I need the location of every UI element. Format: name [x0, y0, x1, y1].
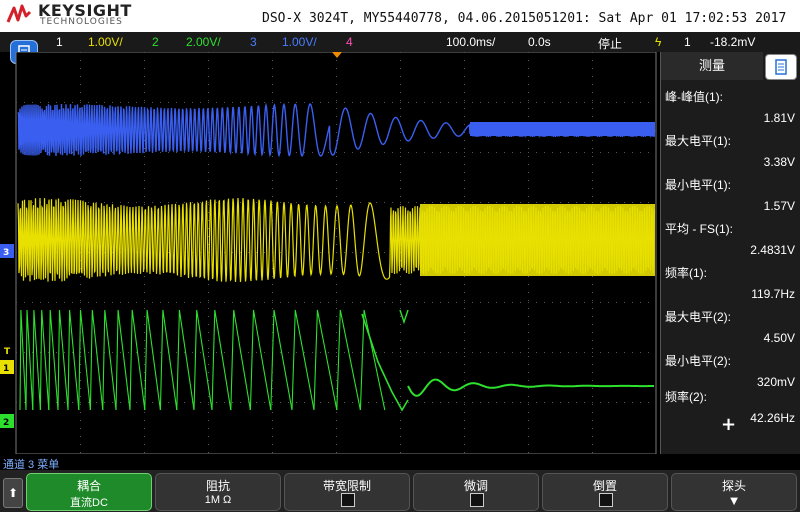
arrow-down-icon: ▼	[727, 493, 741, 508]
ch1-ground-marker[interactable]: 1	[0, 360, 14, 374]
probe-softkey[interactable]: 探头 ▼	[671, 473, 797, 511]
invert-softkey[interactable]: 倒置	[542, 473, 668, 511]
fine-softkey[interactable]: 微调	[413, 473, 539, 511]
ch1-number[interactable]: 1	[56, 35, 63, 49]
fine-checkbox[interactable]	[470, 493, 484, 507]
trigger-edge-icon: ϟ	[655, 35, 662, 49]
trigger-level[interactable]: -18.2mV	[710, 35, 755, 49]
ch2-number[interactable]: 2	[152, 35, 159, 49]
instrument-title: DSO-X 3024T, MY55440778, 04.06.201505120…	[262, 11, 787, 26]
trigger-source[interactable]: 1	[684, 35, 691, 49]
impedance-softkey[interactable]: 阻抗 1M Ω	[155, 473, 281, 511]
timebase-scale[interactable]: 100.0ms/	[446, 35, 495, 49]
brand-subtitle: TECHNOLOGIES	[40, 17, 123, 27]
svg-text:1: 1	[3, 364, 9, 374]
measurement-item[interactable]: 最大电平(2): 4.50V	[665, 308, 795, 345]
title-bar: KEYSIGHT TECHNOLOGIES DSO-X 3024T, MY554…	[0, 0, 800, 32]
measurement-item[interactable]: 最小电平(2): 320mV	[665, 352, 795, 389]
measurement-item[interactable]: 频率(1): 119.7Hz	[665, 264, 795, 301]
panel-menu-button[interactable]	[765, 54, 797, 80]
measurement-item[interactable]: 最大电平(1): 3.38V	[665, 132, 795, 169]
menu-icon	[775, 59, 787, 75]
menu-up-button[interactable]: ⬆	[3, 478, 23, 508]
panel-title[interactable]: 测量	[661, 52, 763, 80]
channel-status-bar: 1 1.00V/ 2 2.00V/ 3 1.00V/ 4 100.0ms/ 0.…	[0, 32, 800, 52]
svg-text:2: 2	[3, 418, 9, 428]
measurement-panel: 测量 峰-峰值(1): 1.81V 最大电平(1): 3.38V 最小电平(1): 1…	[660, 52, 800, 454]
ch2-scale[interactable]: 2.00V/	[186, 35, 221, 49]
ch3-number[interactable]: 3	[250, 35, 257, 49]
waveform-display[interactable]: 3 1 T 2	[0, 52, 660, 454]
ch3-ground-marker[interactable]: 3	[0, 244, 14, 258]
run-state[interactable]: 停止	[598, 35, 622, 52]
plus-icon[interactable]: +	[721, 414, 736, 435]
measurement-item[interactable]: 最小电平(1): 1.57V	[665, 176, 795, 213]
arrow-up-icon: ⬆	[7, 486, 19, 500]
measurement-item[interactable]: 平均 - FS(1): 2.4831V	[665, 220, 795, 257]
measurement-item[interactable]: 峰-峰值(1): 1.81V	[665, 88, 795, 125]
svg-text:3: 3	[3, 248, 9, 258]
coupling-softkey[interactable]: 耦合 直流DC	[26, 473, 152, 511]
bw-limit-softkey[interactable]: 带宽限制	[284, 473, 410, 511]
invert-checkbox[interactable]	[599, 493, 613, 507]
trigger-delay[interactable]: 0.0s	[528, 35, 551, 49]
ch1-scale[interactable]: 1.00V/	[88, 35, 123, 49]
ch3-scale[interactable]: 1.00V/	[282, 35, 317, 49]
trigger-level-marker: T	[4, 347, 11, 357]
ch2-ground-marker[interactable]: 2	[0, 414, 14, 428]
ch4-number[interactable]: 4	[346, 35, 353, 49]
bw-limit-checkbox[interactable]	[341, 493, 355, 507]
